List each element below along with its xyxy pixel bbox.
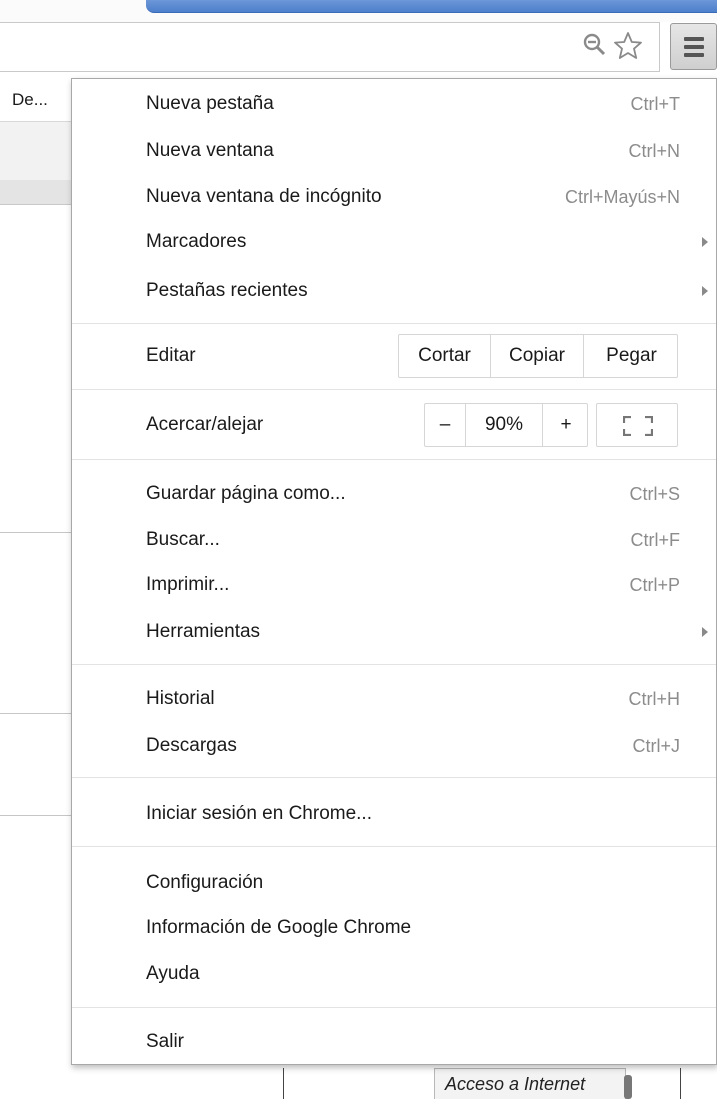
- menu-item-shortcut: Ctrl+H: [628, 689, 680, 709]
- background-row: [0, 180, 72, 205]
- menu-separator: [72, 323, 716, 324]
- menu-item-settings[interactable]: Configuración: [72, 863, 716, 903]
- cut-button[interactable]: Cortar: [399, 335, 491, 377]
- menu-item-label: Historial: [146, 688, 215, 709]
- background-row: [0, 122, 72, 181]
- menu-item-label: Imprimir...: [146, 574, 230, 595]
- background-divider: [0, 815, 72, 816]
- edit-label: Editar: [146, 345, 196, 366]
- menu-item-tools[interactable]: Herramientas: [72, 612, 716, 652]
- menu-item-shortcut: Ctrl+S: [629, 484, 680, 504]
- paste-button[interactable]: Pegar: [584, 335, 679, 377]
- menu-item-label: Iniciar sesión en Chrome...: [146, 803, 372, 824]
- menu-item-label: Nueva ventana: [146, 140, 274, 161]
- menu-separator: [72, 389, 716, 390]
- menu-item-label: Pestañas recientes: [146, 280, 308, 301]
- address-bar[interactable]: [0, 22, 660, 72]
- fullscreen-icon: [623, 416, 653, 436]
- background-divider: [0, 532, 72, 533]
- active-tab-edge[interactable]: [146, 0, 717, 13]
- menu-item-shortcut: Ctrl+F: [630, 530, 681, 550]
- submenu-arrow-icon: [702, 627, 708, 637]
- bookmark-star-icon[interactable]: [612, 30, 644, 62]
- status-bar-edge: [624, 1075, 632, 1099]
- menu-separator: [72, 459, 716, 460]
- submenu-arrow-icon: [702, 286, 708, 296]
- menu-item-new-window[interactable]: Nueva ventana Ctrl+N: [72, 131, 716, 171]
- status-bar-text: Acceso a Internet: [434, 1068, 626, 1099]
- chrome-main-menu: Nueva pestaña Ctrl+T Nueva ventana Ctrl+…: [71, 78, 717, 1065]
- menu-item-print[interactable]: Imprimir... Ctrl+P: [72, 565, 716, 605]
- menu-item-label: Nueva pestaña: [146, 93, 274, 114]
- menu-item-label: Nueva ventana de incógnito: [146, 186, 382, 207]
- zoom-in-button[interactable]: +: [543, 404, 589, 446]
- background-divider: [0, 713, 72, 714]
- edit-button-group: Cortar Copiar Pegar: [398, 334, 678, 378]
- menu-item-history[interactable]: Historial Ctrl+H: [72, 679, 716, 719]
- zoom-label: Acercar/alejar: [146, 414, 264, 435]
- menu-item-label: Salir: [146, 1031, 185, 1052]
- menu-item-sign-in[interactable]: Iniciar sesión en Chrome...: [72, 794, 716, 834]
- menu-item-label: Configuración: [146, 872, 264, 893]
- menu-item-label: Ayuda: [146, 963, 200, 984]
- background-divider: [283, 1068, 284, 1099]
- fullscreen-button[interactable]: [596, 403, 678, 447]
- menu-item-label: Buscar...: [146, 529, 220, 550]
- menu-separator: [72, 846, 716, 847]
- menu-item-shortcut: Ctrl+P: [629, 575, 680, 595]
- zoom-level-value: 90%: [466, 404, 543, 446]
- menu-item-incognito-window[interactable]: Nueva ventana de incógnito Ctrl+Mayús+N: [72, 177, 716, 217]
- chrome-menu-button[interactable]: [670, 23, 717, 70]
- menu-item-label: Herramientas: [146, 621, 261, 642]
- menu-item-label: Marcadores: [146, 231, 247, 252]
- background-divider: [680, 1068, 681, 1099]
- menu-item-downloads[interactable]: Descargas Ctrl+J: [72, 726, 716, 766]
- zoom-control-group: – 90% +: [424, 403, 588, 447]
- menu-item-about-chrome[interactable]: Información de Google Chrome: [72, 908, 716, 948]
- menu-item-exit[interactable]: Salir: [72, 1022, 716, 1062]
- hamburger-menu-icon: [684, 37, 704, 41]
- menu-separator: [72, 777, 716, 778]
- menu-item-bookmarks[interactable]: Marcadores: [72, 222, 716, 262]
- menu-item-save-page[interactable]: Guardar página como... Ctrl+S: [72, 474, 716, 514]
- background-tab-label[interactable]: De...: [0, 78, 72, 122]
- menu-item-shortcut: Ctrl+N: [628, 141, 680, 161]
- submenu-arrow-icon: [702, 237, 708, 247]
- menu-item-label: Información de Google Chrome: [146, 917, 412, 938]
- menu-separator: [72, 1007, 716, 1008]
- menu-item-label: Descargas: [146, 735, 237, 756]
- menu-separator: [72, 664, 716, 665]
- menu-item-recent-tabs[interactable]: Pestañas recientes: [72, 271, 716, 311]
- menu-item-find[interactable]: Buscar... Ctrl+F: [72, 520, 716, 560]
- menu-item-shortcut: Ctrl+Mayús+N: [564, 187, 680, 207]
- zoom-out-button[interactable]: –: [425, 404, 466, 446]
- menu-item-new-tab[interactable]: Nueva pestaña Ctrl+T: [72, 84, 716, 124]
- magnifier-minus-icon[interactable]: [582, 32, 608, 58]
- menu-item-help[interactable]: Ayuda: [72, 954, 716, 994]
- menu-item-shortcut: Ctrl+J: [632, 736, 680, 756]
- menu-item-shortcut: Ctrl+T: [630, 94, 681, 114]
- menu-item-label: Guardar página como...: [146, 483, 346, 504]
- copy-button[interactable]: Copiar: [491, 335, 584, 377]
